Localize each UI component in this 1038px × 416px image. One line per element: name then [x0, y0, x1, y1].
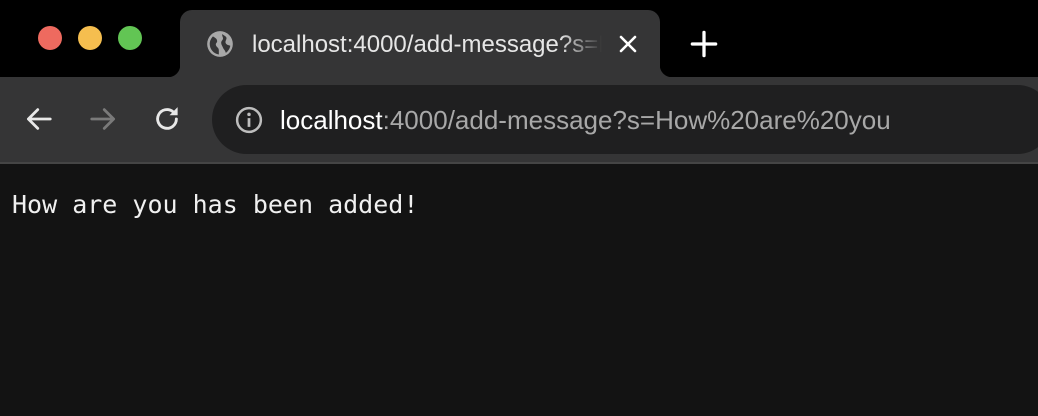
toolbar: localhost:4000/add-message?s=How%20are%2… [0, 77, 1038, 162]
url-host: localhost [280, 105, 383, 135]
address-bar[interactable]: localhost:4000/add-message?s=How%20are%2… [212, 85, 1038, 154]
globe-icon [207, 31, 233, 57]
window-maximize-button[interactable] [118, 26, 142, 50]
info-icon[interactable] [234, 105, 264, 135]
arrow-right-icon[interactable] [88, 104, 118, 134]
tab-title: localhost:4000/add-message?s=How%20are%2… [252, 31, 602, 58]
window-minimize-button[interactable] [78, 26, 102, 50]
active-tab[interactable]: localhost:4000/add-message?s=How%20are%2… [168, 10, 672, 77]
close-icon[interactable] [616, 32, 640, 56]
toolbar-divider [0, 162, 1038, 164]
url-path: :4000/add-message?s=How%20are%20you [382, 105, 891, 135]
reload-icon[interactable] [152, 104, 182, 134]
arrow-left-icon[interactable] [24, 104, 54, 134]
tab-strip: localhost:4000/add-message?s=How%20are%2… [0, 0, 1038, 77]
page-message: How are you has been added! [12, 190, 419, 219]
browser-window: localhost:4000/add-message?s=How%20are%2… [0, 0, 1038, 416]
window-close-button[interactable] [38, 26, 62, 50]
url-text[interactable]: localhost:4000/add-message?s=How%20are%2… [280, 104, 891, 136]
plus-icon[interactable] [690, 30, 718, 58]
